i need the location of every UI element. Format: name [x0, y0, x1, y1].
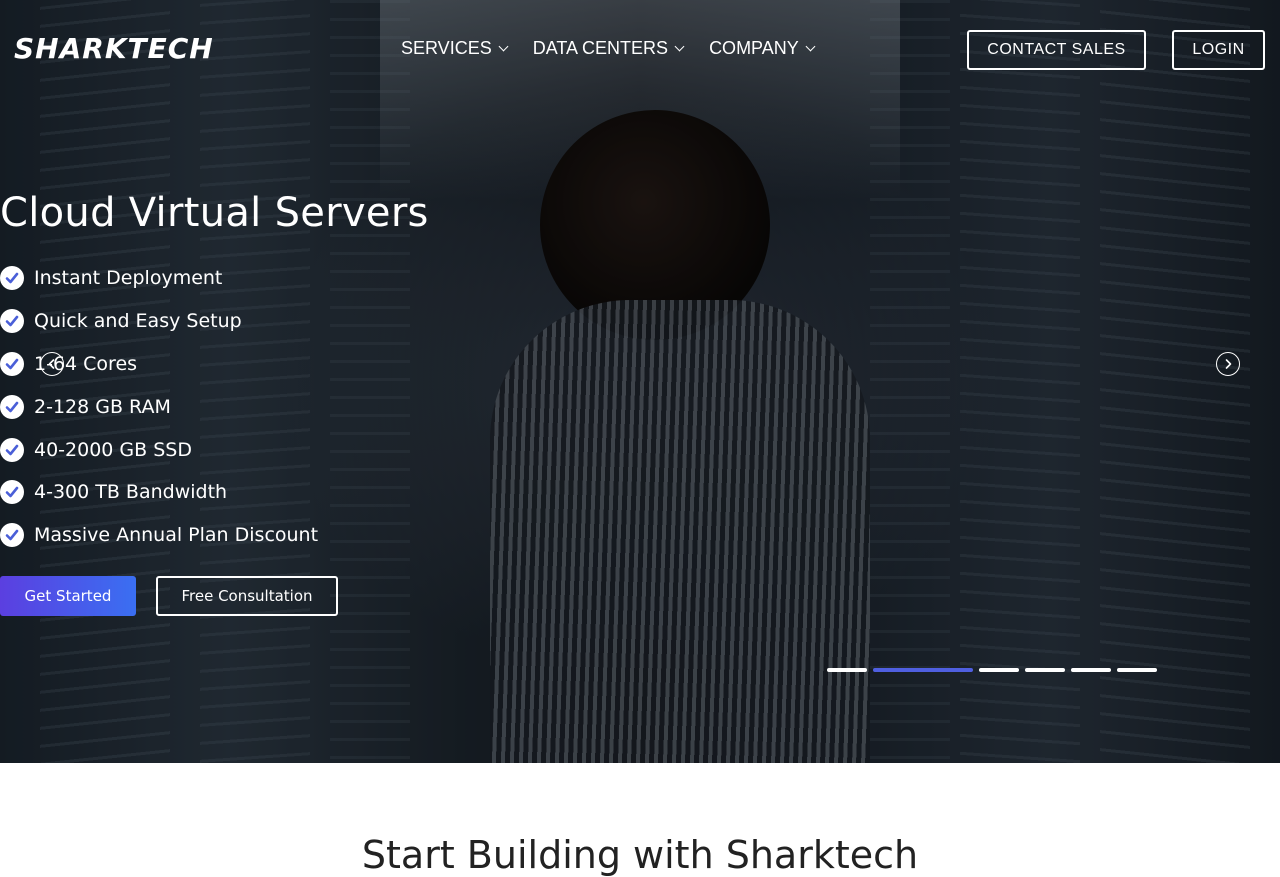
hero-title: Cloud Virtual Servers: [0, 190, 429, 236]
feature-item: 40-2000 GB SSD: [0, 428, 318, 471]
check-circle-icon: [0, 266, 24, 291]
feature-item: 4-300 TB Bandwidth: [0, 471, 318, 514]
nav-item-services[interactable]: SERVICES: [401, 38, 509, 59]
check-circle-icon: [0, 523, 24, 548]
chevron-right-circle-icon[interactable]: [1216, 352, 1240, 376]
feature-label: 4-300 TB Bandwidth: [34, 481, 228, 504]
carousel-dot[interactable]: [1025, 668, 1065, 672]
nav-item-label: DATA CENTERS: [532, 38, 669, 58]
check-circle-icon: [0, 480, 24, 505]
feature-list: Instant Deployment Quick and Easy Setup …: [0, 257, 318, 557]
feature-label: Quick and Easy Setup: [34, 310, 242, 333]
feature-label: 40-2000 GB SSD: [34, 438, 192, 461]
nav-item-label: SERVICES: [401, 38, 492, 58]
feature-item: 2-128 GB RAM: [0, 385, 318, 428]
check-circle-icon: [0, 309, 24, 334]
nav-item-company[interactable]: COMPANY: [709, 38, 816, 59]
nav-item-data-centers[interactable]: DATA CENTERS: [532, 38, 685, 59]
get-started-button[interactable]: Get Started: [0, 576, 136, 616]
carousel-dot[interactable]: [1071, 668, 1111, 672]
free-consultation-button[interactable]: Free Consultation: [156, 576, 338, 616]
carousel-dot[interactable]: [979, 668, 1019, 672]
feature-item: Instant Deployment: [0, 257, 318, 300]
carousel-dot-active[interactable]: [873, 668, 973, 672]
feature-label: Massive Annual Plan Discount: [34, 524, 319, 547]
site-logo[interactable]: SHARKTECH: [14, 32, 214, 65]
feature-item: Massive Annual Plan Discount: [0, 514, 318, 557]
check-circle-icon: [0, 351, 24, 376]
carousel-dot[interactable]: [827, 668, 867, 672]
chevron-left-circle-icon[interactable]: [40, 352, 64, 376]
main-nav: SERVICES DATA CENTERS COMPANY: [401, 38, 816, 59]
check-circle-icon: [0, 437, 24, 462]
nav-item-label: COMPANY: [709, 38, 799, 58]
carousel-dot[interactable]: [1117, 668, 1157, 672]
chevron-down-icon: [498, 41, 509, 52]
chevron-down-icon: [674, 41, 685, 52]
carousel-indicators: [827, 668, 1157, 672]
feature-label: 2-128 GB RAM: [34, 395, 171, 418]
section-title: Start Building with Sharktech: [361, 833, 919, 877]
check-circle-icon: [0, 394, 24, 419]
login-button[interactable]: LOGIN: [1172, 30, 1265, 70]
feature-item: Quick and Easy Setup: [0, 300, 318, 343]
feature-label: Instant Deployment: [34, 267, 223, 290]
hero-banner: SHARKTECH SERVICES DATA CENTERS COMPANY …: [0, 0, 1280, 763]
chevron-down-icon: [805, 41, 816, 52]
contact-sales-button[interactable]: CONTACT SALES: [967, 30, 1146, 70]
